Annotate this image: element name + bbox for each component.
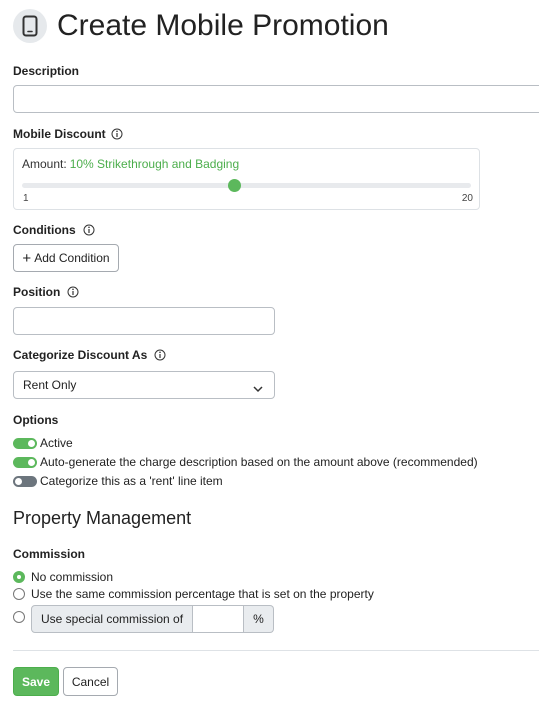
add-condition-button[interactable]: + Add Condition: [13, 244, 119, 272]
save-button[interactable]: Save: [13, 667, 59, 696]
special-commission-group: Use special commission of %: [31, 605, 274, 633]
option-active[interactable]: Active: [13, 436, 73, 450]
percent-suffix: %: [244, 605, 274, 633]
position-input[interactable]: [13, 307, 275, 335]
amount-row: Amount: 10% Strikethrough and Badging: [22, 157, 239, 171]
position-label: Position: [13, 285, 79, 299]
section-title: Property Management: [13, 508, 192, 528]
commission-option-special[interactable]: [13, 611, 31, 623]
radio-button[interactable]: [13, 571, 25, 583]
radio-button[interactable]: [13, 588, 25, 600]
commission-label: Commission: [13, 547, 86, 561]
mobile-phone-icon: [13, 9, 47, 43]
toggle-switch[interactable]: [13, 437, 37, 449]
radio-label: No commission: [31, 570, 114, 584]
description-input[interactable]: [13, 85, 539, 113]
categorize-label: Categorize Discount As: [13, 348, 166, 362]
slider-track[interactable]: [22, 183, 471, 188]
commission-option-none[interactable]: No commission: [13, 570, 113, 584]
info-icon[interactable]: [67, 286, 79, 298]
special-commission-input[interactable]: [193, 605, 245, 633]
categorize-selected-value: Rent Only: [23, 378, 77, 392]
page-title: Create Mobile Promotion: [57, 9, 389, 42]
info-icon[interactable]: [83, 224, 95, 236]
option-label: Active: [40, 436, 73, 450]
description-label: Description: [13, 64, 80, 78]
mobile-discount-label: Mobile Discount: [13, 127, 123, 141]
options-label: Options: [13, 413, 59, 427]
amount-label: Amount:: [22, 157, 67, 171]
categorize-select[interactable]: Rent Only: [13, 371, 275, 399]
toggle-switch[interactable]: [13, 475, 37, 487]
toggle-switch[interactable]: [13, 456, 37, 468]
chevron-down-icon: [253, 382, 263, 396]
plus-icon: +: [22, 249, 32, 267]
discount-slider-panel: Amount: 10% Strikethrough and Badging 1 2…: [13, 148, 480, 210]
option-label: Categorize this as a 'rent' line item: [40, 474, 223, 488]
special-commission-label: Use special commission of: [31, 605, 194, 633]
info-icon[interactable]: [154, 349, 166, 361]
radio-button[interactable]: [13, 611, 25, 623]
conditions-label: Conditions: [13, 223, 95, 237]
amount-value: 10% Strikethrough and Badging: [69, 157, 240, 171]
commission-option-same[interactable]: Use the same commission percentage that …: [13, 587, 374, 601]
option-label: Auto-generate the charge description bas…: [40, 455, 478, 469]
option-rent-line-item[interactable]: Categorize this as a 'rent' line item: [13, 474, 223, 488]
slider-max-label: 20: [461, 193, 473, 204]
slider-handle[interactable]: [228, 179, 242, 192]
cancel-button[interactable]: Cancel: [63, 667, 118, 696]
divider: [13, 650, 539, 651]
slider-min-label: 1: [23, 193, 29, 204]
page-header: Create Mobile Promotion: [13, 8, 389, 44]
option-auto-generate[interactable]: Auto-generate the charge description bas…: [13, 455, 478, 469]
radio-label: Use the same commission percentage that …: [31, 587, 374, 601]
info-icon[interactable]: [111, 128, 123, 140]
